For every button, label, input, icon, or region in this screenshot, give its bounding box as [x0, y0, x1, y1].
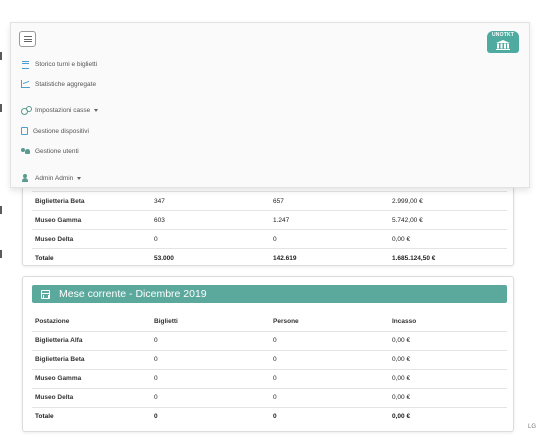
- cell-biglietti: 0: [151, 387, 270, 407]
- cell-postazione: Biglietteria Alfa: [32, 330, 151, 350]
- cell-total-biglietti: 53.000: [151, 248, 270, 268]
- cell-persone: 657: [270, 191, 389, 211]
- nav-item-statistiche[interactable]: Statistiche aggregate: [21, 79, 96, 89]
- table-row: Biglietteria Beta 0 0 0,00 €: [32, 349, 507, 369]
- page-edge-mark: [0, 250, 2, 258]
- cell-persone: 0: [270, 229, 389, 249]
- table-row: Museo Gamma 603 1.247 5.742,00 €: [32, 210, 507, 230]
- summary-table: Postazione Biglietti Persone Incasso Big…: [32, 312, 507, 426]
- cell-postazione: Museo Gamma: [32, 210, 151, 230]
- calendar-icon: [41, 289, 50, 299]
- cogs-icon: [21, 106, 32, 115]
- tablet-icon: [21, 127, 28, 135]
- table-total-row: Totale 0 0 0,00 €: [32, 406, 507, 426]
- cell-postazione: Biglietteria Beta: [32, 191, 151, 211]
- user-icon: [21, 174, 30, 182]
- table-total-row: Totale 53.000 142.619 1.685.124,50 €: [32, 248, 507, 268]
- museum-icon: [496, 40, 510, 50]
- nav-item-storico[interactable]: Storico turni e biglietti: [21, 59, 97, 69]
- table-row: Biglietteria Alfa 0 0 0,00 €: [32, 330, 507, 350]
- cell-persone: 0: [270, 330, 389, 350]
- cell-postazione: Biglietteria Beta: [32, 349, 151, 369]
- table-row: Museo Gamma 0 0 0,00 €: [32, 368, 507, 388]
- cell-incasso: 0,00 €: [389, 387, 507, 407]
- logo-text: UNOTKT: [491, 32, 515, 38]
- cell-biglietti: 603: [151, 210, 270, 230]
- cell-incasso: 0,00 €: [389, 349, 507, 369]
- summary-card-current-month: Mese corrente - Dicembre 2019 Postazione…: [22, 276, 514, 432]
- cell-biglietti: 0: [151, 349, 270, 369]
- cell-incasso: 0,00 €: [389, 229, 507, 249]
- card-header: Mese corrente - Dicembre 2019: [32, 285, 507, 303]
- cell-total-biglietti: 0: [151, 406, 270, 426]
- navbar-expanded-menu: UNOTKT Storico turni e biglietti Statist…: [10, 22, 530, 188]
- nav-item-label: Statistiche aggregate: [35, 80, 97, 88]
- summary-table: Biglietteria Beta 347 657 2.999,00 € Mus…: [32, 191, 507, 268]
- nav-item-gestione-utenti[interactable]: Gestione utenti: [21, 146, 79, 156]
- cell-persone: 1.247: [270, 210, 389, 230]
- list-icon: [21, 60, 30, 69]
- corner-label: LG: [527, 424, 536, 430]
- column-header-biglietti: Biglietti: [154, 317, 178, 325]
- cell-total-incasso: 1.685.124,50 €: [389, 248, 507, 268]
- nav-item-label: Storico turni e biglietti: [35, 60, 98, 68]
- cell-persone: 0: [270, 387, 389, 407]
- cell-postazione: Museo Delta: [32, 229, 151, 249]
- cell-biglietti: 0: [151, 229, 270, 249]
- table-row: Museo Delta 0 0 0,00 €: [32, 387, 507, 407]
- cell-biglietti: 0: [151, 330, 270, 350]
- cell-biglietti: 0: [151, 368, 270, 388]
- cell-postazione: Museo Gamma: [32, 368, 151, 388]
- cell-persone: 0: [270, 368, 389, 388]
- brand-logo[interactable]: UNOTKT: [487, 31, 519, 53]
- cell-incasso: 0,00 €: [389, 368, 507, 388]
- hamburger-icon: [23, 36, 32, 42]
- table-row: Museo Delta 0 0 0,00 €: [32, 229, 507, 249]
- cell-total-label: Totale: [32, 406, 151, 426]
- cell-total-incasso: 0,00 €: [389, 406, 507, 426]
- nav-item-label: Admin Admin: [35, 174, 74, 182]
- cell-total-label: Totale: [32, 248, 151, 268]
- chart-icon: [21, 80, 30, 88]
- column-header-postazione: Postazione: [35, 317, 70, 325]
- cell-biglietti: 347: [151, 191, 270, 211]
- column-header-persone: Persone: [273, 317, 299, 325]
- cell-incasso: 5.742,00 €: [389, 210, 507, 230]
- nav-item-user-menu[interactable]: Admin Admin: [21, 173, 82, 183]
- page-edge-mark: [0, 52, 2, 60]
- users-icon: [21, 147, 30, 155]
- caret-down-icon: [94, 108, 99, 112]
- cell-incasso: 2.999,00 €: [389, 191, 507, 211]
- nav-item-gestione-dispositivi[interactable]: Gestione dispositivi: [21, 126, 89, 136]
- cell-total-persone: 142.619: [270, 248, 389, 268]
- cell-persone: 0: [270, 349, 389, 369]
- column-header-incasso: Incasso: [392, 317, 417, 325]
- navbar-toggler-button[interactable]: [19, 31, 36, 47]
- table-header-row: Postazione Biglietti Persone Incasso: [32, 312, 507, 331]
- nav-item-label: Gestione utenti: [35, 147, 79, 155]
- nav-item-label: Impostazioni casse: [35, 106, 91, 114]
- cell-postazione: Museo Delta: [32, 387, 151, 407]
- page-edge-mark: [0, 206, 2, 214]
- table-row: Biglietteria Beta 347 657 2.999,00 €: [32, 191, 507, 211]
- page-edge-mark: [0, 104, 2, 112]
- nav-item-impostazioni-casse[interactable]: Impostazioni casse: [21, 105, 99, 115]
- cell-total-persone: 0: [270, 406, 389, 426]
- card-title: Mese corrente - Dicembre 2019: [59, 288, 207, 300]
- cell-incasso: 0,00 €: [389, 330, 507, 350]
- nav-item-label: Gestione dispositivi: [33, 127, 89, 135]
- caret-down-icon: [77, 176, 82, 180]
